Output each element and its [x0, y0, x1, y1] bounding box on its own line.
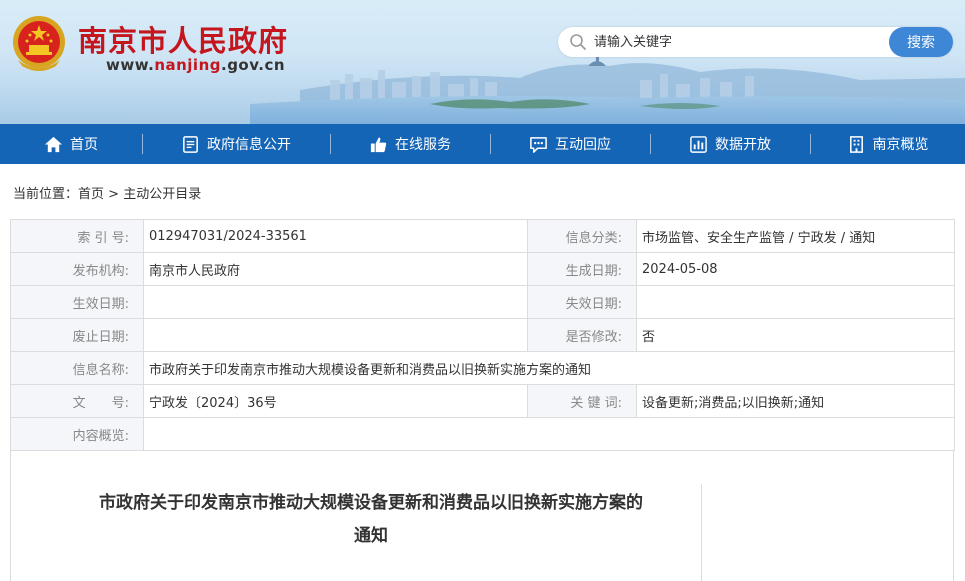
site-url: www.nanjing.gov.cn — [106, 56, 285, 74]
breadcrumb: 当前位置：首页 > 主动公开目录 — [13, 183, 201, 202]
info-name-value: 市政府关于印发南京市推动大规模设备更新和消费品以旧换新实施方案的通知 — [143, 351, 955, 385]
breadcrumb-current-link[interactable]: 主动公开目录 — [123, 187, 201, 202]
abolish-date-label: 废止日期: — [10, 318, 144, 352]
main-nav: 首页 政府信息公开 在线服务 互动回应 数据开放 南京概览 — [0, 124, 965, 164]
article-divider — [701, 484, 702, 581]
effective-date-label: 生效日期: — [10, 285, 144, 319]
search-box: 搜索 — [558, 27, 953, 57]
bar-chart-icon — [690, 135, 707, 153]
document-icon — [183, 135, 198, 153]
created-date-label: 生成日期: — [527, 252, 637, 286]
article-title-line-2: 通知 — [354, 526, 388, 546]
breadcrumb-home-link[interactable]: 首页 — [78, 187, 104, 202]
site-title: 南京市人民政府 — [78, 24, 289, 58]
document-info-table: 索 引 号: 012947031/2024-33561 信息分类: 市场监管、安… — [10, 219, 955, 451]
index-number-label: 索 引 号: — [10, 219, 144, 253]
national-emblem-logo — [13, 16, 65, 71]
table-row: 内容概览: — [10, 417, 955, 451]
table-row: 废止日期: 是否修改: 否 — [10, 318, 955, 352]
category-value: 市场监管、安全生产监管 / 宁政发 / 通知 — [636, 219, 955, 253]
created-date-value: 2024-05-08 — [636, 252, 955, 286]
nav-item-nanjing-overview[interactable]: 南京概览 — [810, 124, 965, 164]
document-number-value: 宁政发〔2024〕36号 — [143, 384, 528, 418]
effective-date-value — [143, 285, 528, 319]
document-number-label: 文 号: — [10, 384, 144, 418]
nav-item-label: 互动回应 — [555, 137, 611, 153]
keywords-value: 设备更新;消费品;以旧换新;通知 — [636, 384, 955, 418]
info-name-label: 信息名称: — [10, 351, 144, 385]
thumbs-up-icon — [370, 137, 387, 152]
nav-item-label: 在线服务 — [395, 137, 451, 153]
site-url-prefix: www. — [106, 56, 155, 74]
breadcrumb-separator: > — [104, 187, 124, 202]
site-url-suffix: .gov.cn — [221, 56, 286, 74]
header-banner: 南京市人民政府 www.nanjing.gov.cn 搜索 — [0, 0, 965, 124]
table-row: 信息名称: 市政府关于印发南京市推动大规模设备更新和消费品以旧换新实施方案的通知 — [10, 351, 955, 385]
table-row: 索 引 号: 012947031/2024-33561 信息分类: 市场监管、安… — [10, 219, 955, 253]
search-button[interactable]: 搜索 — [889, 27, 953, 57]
table-row: 发布机构: 南京市人民政府 生成日期: 2024-05-08 — [10, 252, 955, 286]
article-body: 市政府关于印发南京市推动大规模设备更新和消费品以旧换新实施方案的 通知 — [10, 451, 954, 581]
issuer-value: 南京市人民政府 — [143, 252, 528, 286]
search-input[interactable] — [594, 32, 884, 52]
breadcrumb-prefix: 当前位置： — [13, 187, 79, 202]
nav-item-label: 首页 — [70, 137, 98, 153]
nav-item-open-data[interactable]: 数据开放 — [650, 124, 810, 164]
home-icon — [44, 136, 63, 152]
nav-item-interaction[interactable]: 互动回应 — [490, 124, 650, 164]
summary-label: 内容概览: — [10, 417, 144, 451]
modified-value: 否 — [636, 318, 955, 352]
abolish-date-value — [143, 318, 528, 352]
keywords-label: 关 键 词: — [527, 384, 637, 418]
nav-item-gov-info[interactable]: 政府信息公开 — [142, 124, 330, 164]
index-number-value: 012947031/2024-33561 — [143, 219, 528, 253]
table-row: 生效日期: 失效日期: — [10, 285, 955, 319]
chat-icon — [530, 136, 547, 153]
nav-item-online-service[interactable]: 在线服务 — [330, 124, 490, 164]
search-icon — [570, 34, 586, 50]
nav-item-label: 数据开放 — [715, 137, 771, 153]
building-icon — [849, 135, 863, 153]
nav-item-label: 南京概览 — [872, 137, 929, 153]
summary-value — [143, 417, 955, 451]
site-url-highlight: nanjing — [154, 56, 221, 74]
article-title-line-1: 市政府关于印发南京市推动大规模设备更新和消费品以旧换新实施方案的 — [99, 493, 643, 513]
nav-item-label: 政府信息公开 — [207, 137, 291, 153]
table-row: 文 号: 宁政发〔2024〕36号 关 键 词: 设备更新;消费品;以旧换新;通… — [10, 384, 955, 418]
issuer-label: 发布机构: — [10, 252, 144, 286]
category-label: 信息分类: — [527, 219, 637, 253]
modified-label: 是否修改: — [527, 318, 637, 352]
expiry-date-value — [636, 285, 955, 319]
expiry-date-label: 失效日期: — [527, 285, 637, 319]
nav-item-home[interactable]: 首页 — [0, 124, 142, 164]
article-title: 市政府关于印发南京市推动大规模设备更新和消费品以旧换新实施方案的 通知 — [71, 487, 671, 553]
